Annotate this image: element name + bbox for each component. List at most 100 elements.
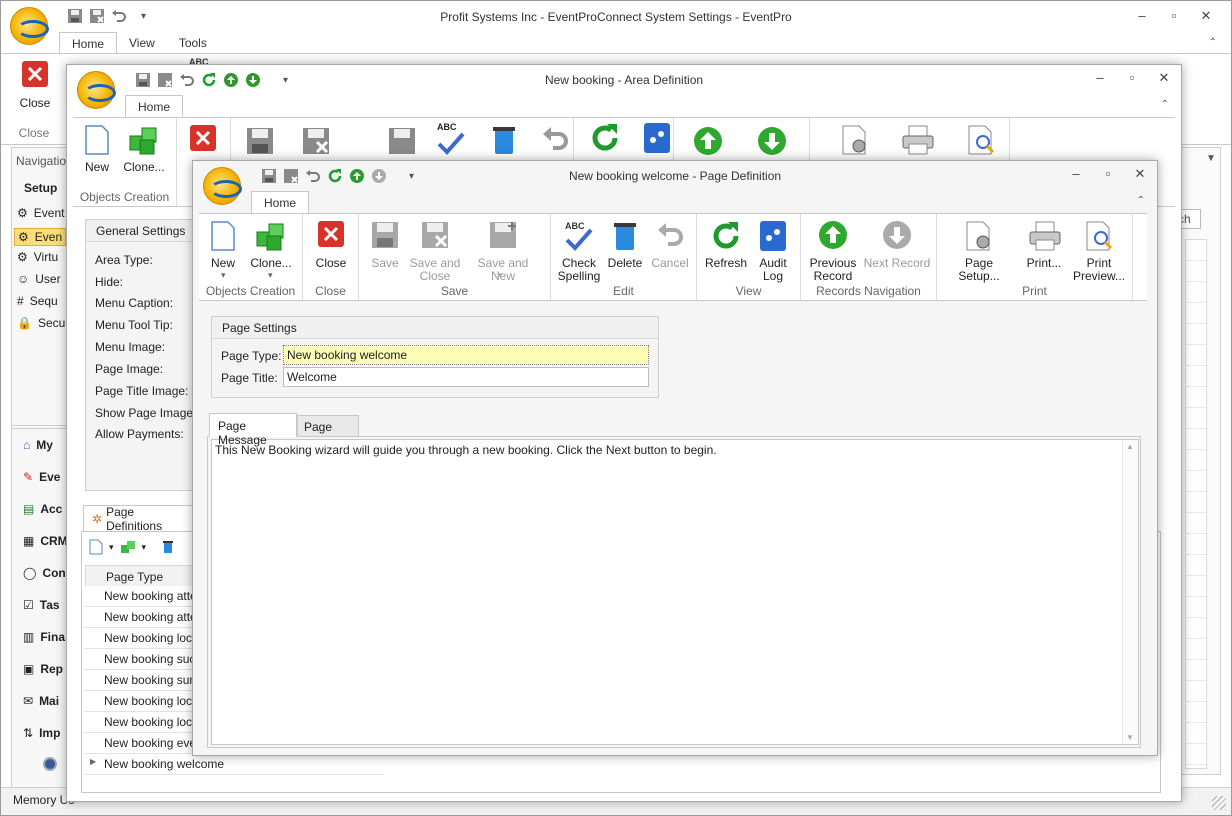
module-7[interactable]: ▣ Rep <box>23 662 63 676</box>
save-icon[interactable] <box>245 126 275 156</box>
new-button[interactable]: New <box>205 220 241 270</box>
table-row-selected[interactable]: ▶ New booking welcome <box>84 754 384 775</box>
delete-icon[interactable] <box>491 124 517 156</box>
module-5[interactable]: ☑ Tas <box>23 598 60 612</box>
table-row[interactable]: New booking summ <box>84 670 194 691</box>
tab-page-message[interactable]: Page Message <box>209 413 297 447</box>
minimize-icon[interactable]: – <box>1069 166 1083 182</box>
new-document-icon[interactable] <box>89 539 103 555</box>
table-row[interactable]: New booking locati <box>84 712 194 733</box>
print-preview-button[interactable]: Print Preview... <box>1071 220 1127 283</box>
next-record-icon[interactable] <box>757 126 787 156</box>
close-button[interactable]: Close <box>313 220 349 270</box>
previous-record-button[interactable]: Previous Record <box>805 220 861 283</box>
print-preview-icon[interactable] <box>965 124 997 156</box>
close-icon[interactable]: ✕ <box>1199 8 1213 24</box>
collapse-ribbon-icon[interactable]: ⌃ <box>1209 37 1217 48</box>
maximize-icon[interactable]: ▫ <box>1125 70 1139 86</box>
maximize-icon[interactable]: ▫ <box>1167 8 1181 24</box>
setup-item-1[interactable]: ⚙ Even <box>14 228 67 246</box>
delete-icon[interactable] <box>162 540 174 554</box>
previous-record-icon[interactable] <box>693 126 723 156</box>
minimize-icon[interactable]: – <box>1093 70 1107 86</box>
module-2[interactable]: ▤ Acc <box>23 502 62 516</box>
area-new-button[interactable]: New <box>79 124 115 174</box>
refresh-button[interactable]: Refresh <box>703 220 749 270</box>
resize-grip-icon[interactable] <box>1212 796 1226 810</box>
area-close-button[interactable] <box>187 124 219 161</box>
nav-splitter[interactable] <box>11 425 71 429</box>
new-dropdown-icon[interactable]: ▾ <box>221 270 226 281</box>
cancel-button[interactable]: Cancel <box>649 220 691 270</box>
area-clone-button[interactable]: Clone... <box>121 124 167 174</box>
table-row[interactable]: New booking locati <box>84 628 194 649</box>
tab-home[interactable]: Home <box>251 191 310 215</box>
page-title-field[interactable]: Welcome <box>283 367 649 387</box>
delete-button[interactable]: Delete <box>605 220 645 270</box>
clone-dropdown-icon[interactable]: ▾ <box>268 270 273 281</box>
main-expand-icon[interactable]: ▼ <box>1206 153 1216 164</box>
minimize-icon[interactable]: – <box>1135 8 1149 24</box>
save-and-close-button[interactable]: Save and Close <box>409 220 461 283</box>
module-6[interactable]: ▥ Fina <box>23 630 65 644</box>
message-scrollbar[interactable]: ▲ ▼ <box>1122 440 1138 744</box>
table-row[interactable]: New booking succe <box>84 649 194 670</box>
close-icon[interactable]: ✕ <box>1133 166 1147 182</box>
scroll-down-icon[interactable]: ▼ <box>1126 733 1134 742</box>
module-8[interactable]: ✉ Mai <box>23 694 59 708</box>
scroll-up-icon[interactable]: ▲ <box>1126 442 1134 451</box>
module-0[interactable]: ⌂ My <box>23 438 53 452</box>
clone-button[interactable]: Clone... <box>245 220 297 270</box>
tab-page-help[interactable]: Page Help <box>297 415 359 448</box>
row-indicator-icon: ▶ <box>90 757 97 766</box>
save-close-icon[interactable] <box>301 126 331 156</box>
check-spelling-button[interactable]: ABC Check Spelling <box>557 220 601 283</box>
save-new-icon[interactable] <box>387 126 417 156</box>
main-title: Profit Systems Inc - EventProConnect Sys… <box>440 10 792 24</box>
area-field-label: Menu Caption: <box>95 296 174 310</box>
nav-more-icon[interactable] <box>43 757 57 771</box>
printer-icon[interactable] <box>901 124 935 156</box>
finance-icon: ▥ <box>23 630 35 644</box>
save-button[interactable]: Save <box>367 220 403 270</box>
mail-icon: ✉ <box>23 694 34 708</box>
print-button[interactable]: Print... <box>1019 220 1069 270</box>
grid-header-row: Page Type <box>85 565 197 587</box>
tab-home[interactable]: Home <box>125 95 184 119</box>
cancel-icon[interactable] <box>541 124 569 156</box>
setup-item-0[interactable]: ⚙ Event <box>17 206 64 220</box>
save-and-new-button[interactable]: Save and New <box>465 220 541 283</box>
setup-item-4[interactable]: # Sequ <box>17 294 58 308</box>
grid-header-page-type[interactable]: Page Type <box>106 570 163 584</box>
table-row[interactable]: New booking atten <box>84 586 194 607</box>
save-new-dropdown-icon[interactable]: ▾ <box>498 270 503 281</box>
module-9[interactable]: ⇅ Imp <box>23 726 60 740</box>
module-1[interactable]: ✎ Eve <box>23 470 60 484</box>
setup-item-3[interactable]: ☺ User <box>17 272 61 286</box>
collapse-ribbon-icon[interactable]: ⌃ <box>1137 195 1145 206</box>
page-setup-icon[interactable] <box>839 124 871 156</box>
clone-cubes-icon[interactable] <box>120 539 136 555</box>
setup-item-2[interactable]: ⚙ Virtu <box>17 250 58 264</box>
chevron-down-icon[interactable]: ▾ <box>109 542 114 553</box>
main-close-button[interactable]: Close <box>13 60 57 110</box>
audit-log-icon[interactable] <box>643 122 671 154</box>
page-definitions-tab[interactable]: ✲ Page Definitions <box>83 505 195 533</box>
collapse-ribbon-icon[interactable]: ⌃ <box>1161 99 1169 110</box>
maximize-icon[interactable]: ▫ <box>1101 166 1115 182</box>
table-row[interactable]: New booking atten <box>84 607 194 628</box>
module-3[interactable]: ▦ CRM <box>23 534 68 548</box>
page-type-field[interactable]: New booking welcome <box>283 345 649 365</box>
page-message-editor[interactable]: This New Booking wizard will guide you t… <box>211 439 1139 745</box>
chevron-down-icon[interactable]: ▾ <box>142 542 147 553</box>
check-spelling-icon[interactable]: ABC <box>435 122 467 156</box>
refresh-icon[interactable] <box>589 122 621 154</box>
next-record-button[interactable]: Next Record <box>863 220 931 270</box>
close-icon[interactable]: ✕ <box>1157 70 1171 86</box>
setup-item-5[interactable]: 🔒 Secu <box>17 316 65 330</box>
table-row[interactable]: New booking locati <box>84 691 194 712</box>
module-4[interactable]: ◯ Con <box>23 566 66 580</box>
table-row[interactable]: New booking even <box>84 733 194 754</box>
audit-log-button[interactable]: Audit Log <box>755 220 791 283</box>
page-setup-button[interactable]: Page Setup... <box>943 220 1015 283</box>
